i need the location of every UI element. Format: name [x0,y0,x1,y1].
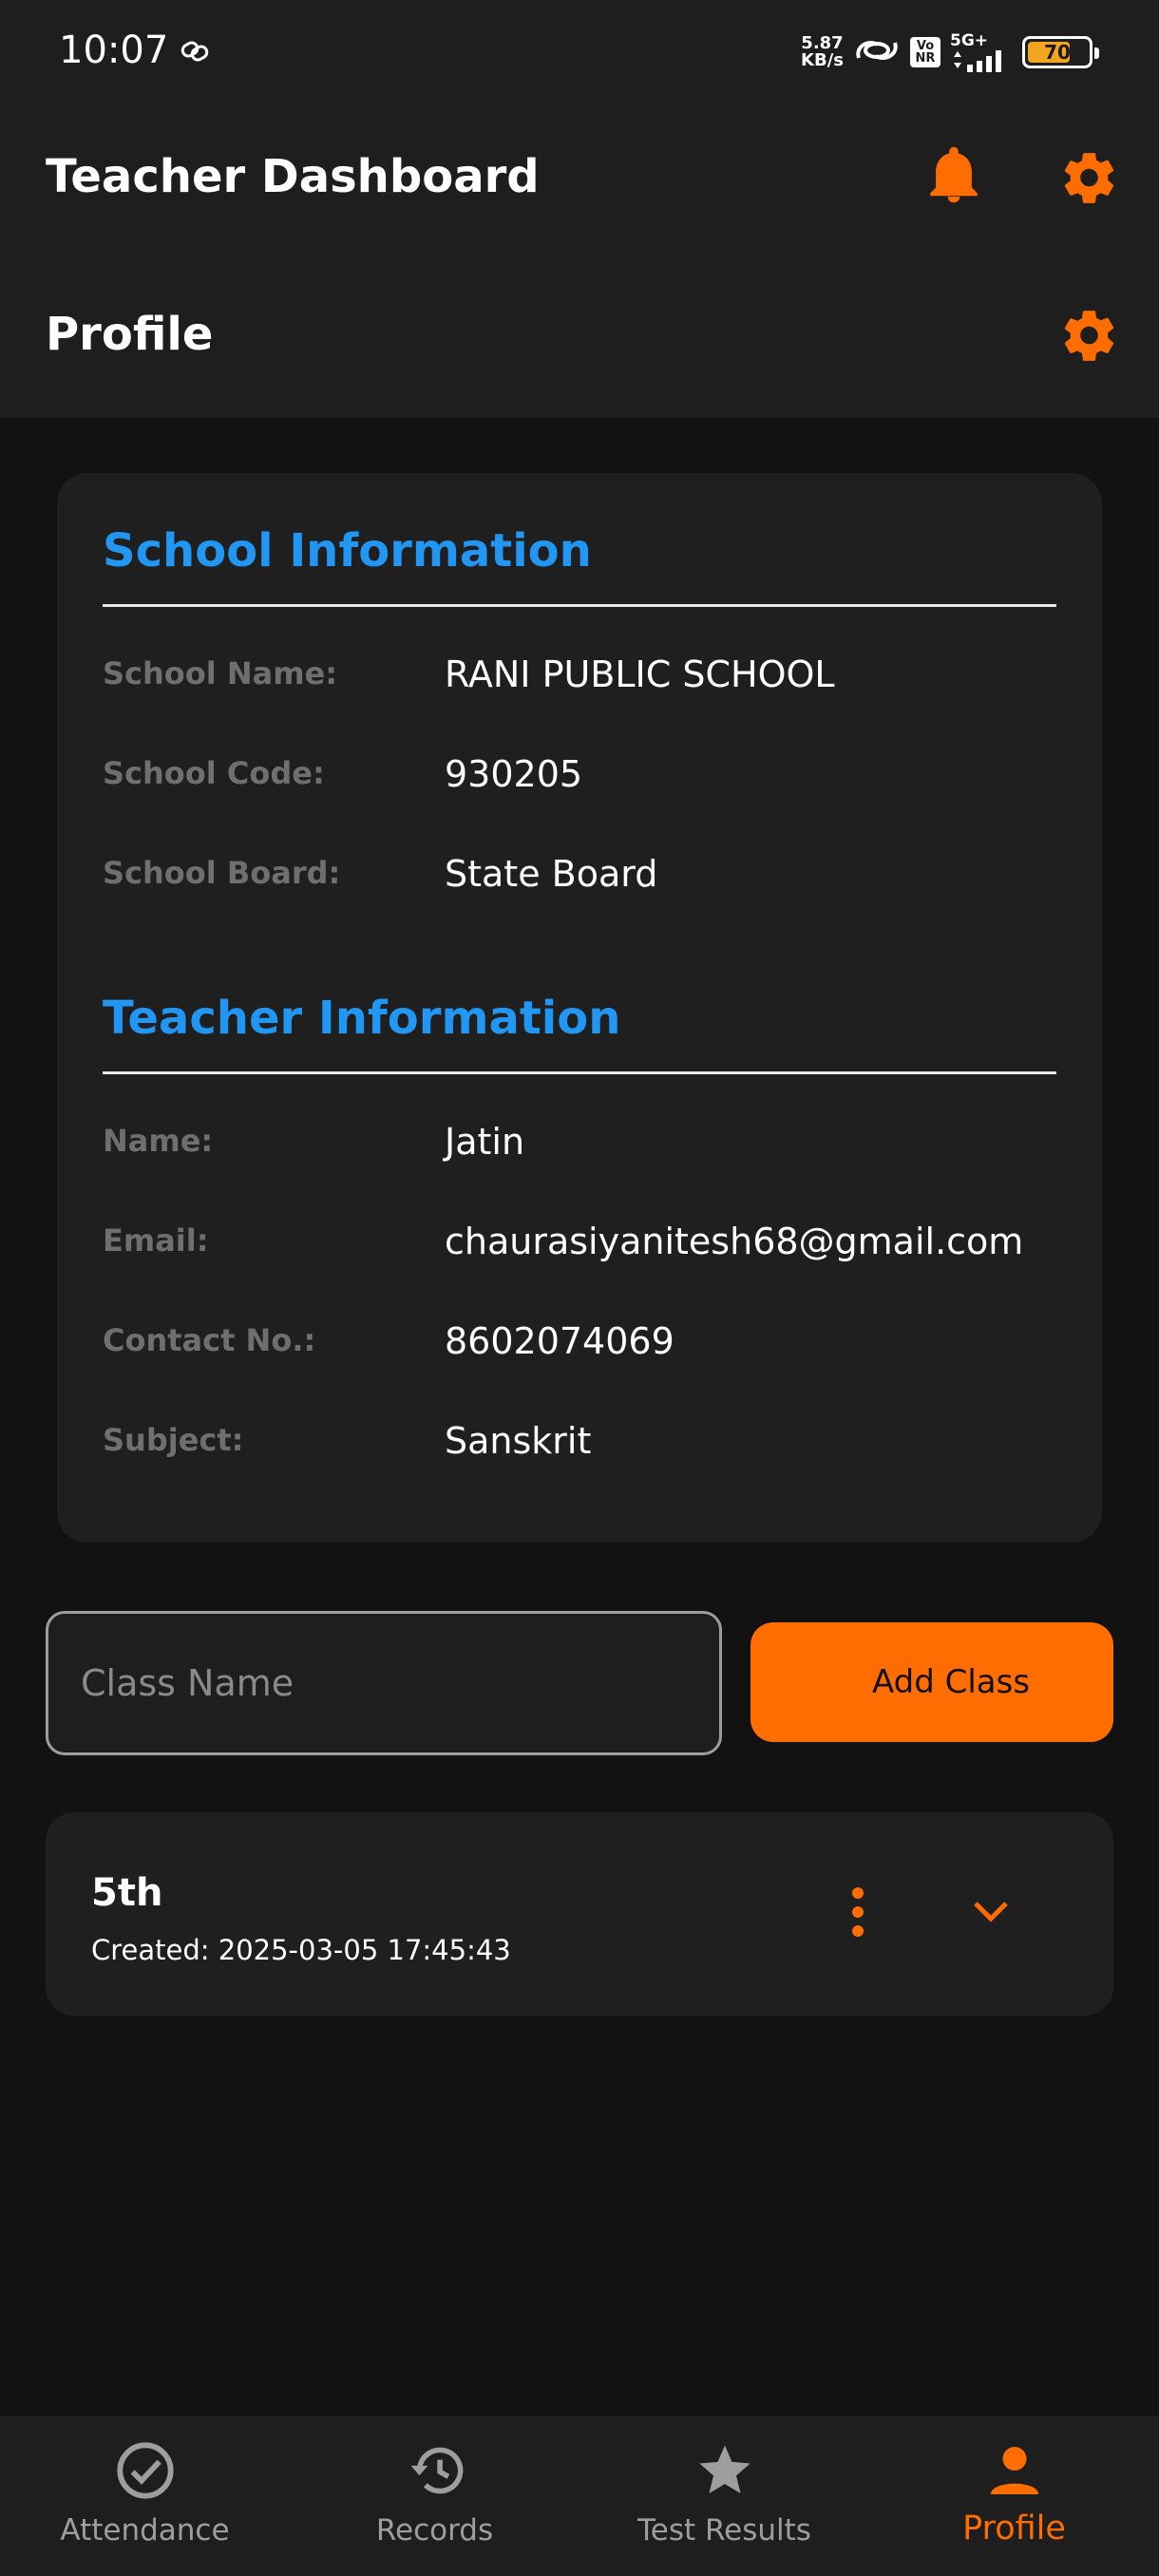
nav-item-test-results[interactable]: Test Results [580,2416,869,2576]
email-label: Email: [103,1222,209,1259]
add-class-button[interactable]: Add Class [750,1622,1113,1742]
notifications-button[interactable] [923,146,984,207]
school-name-value: RANI PUBLIC SCHOOL [445,653,835,695]
gear-icon [1060,148,1119,211]
nav-label: Profile [962,2510,1066,2548]
profile-settings-button[interactable] [1056,304,1123,370]
more-vertical-icon [850,1886,865,1941]
settings-button[interactable] [1056,146,1123,213]
status-icons: 5.87 KB/s Vo NR 5G+ 70 [801,28,1099,76]
school-info-title: School Information [103,524,592,578]
subject-label: Subject: [103,1422,244,1458]
nav-item-records[interactable]: Records [290,2416,580,2576]
app-bar: Teacher Dashboard Profile [0,104,1159,418]
class-list-item[interactable]: 5th Created: 2025-03-05 17:45:43 [46,1812,1113,2016]
school-board-label: School Board: [103,855,341,891]
class-created-date: Created: 2025-03-05 17:45:43 [91,1934,511,1966]
volte-icon: Vo NR [910,37,940,67]
signal-icon: 5G+ [950,32,1007,72]
status-time: 10:07 [59,28,169,72]
battery-icon: 70 [1022,36,1099,68]
email-value: chaurasiyanitesh68@gmail.com [445,1221,1024,1262]
gear-icon [1060,306,1119,369]
nav-label: Records [375,2513,494,2548]
chevron-down-icon [972,1900,1010,1928]
class-options-button[interactable] [825,1881,891,1947]
nav-item-attendance[interactable]: Attendance [0,2416,290,2576]
hotspot-icon [853,33,901,71]
nav-label: Attendance [60,2513,230,2548]
expand-class-button[interactable] [958,1881,1024,1947]
bottom-navigation: Attendance Records Test Results Profile [0,2416,1159,2576]
nav-item-profile[interactable]: Profile [869,2416,1159,2576]
history-icon [402,2437,468,2504]
contact-value: 8602074069 [445,1320,674,1362]
section-divider [103,1071,1056,1074]
link-icon [180,38,211,68]
contact-label: Contact No.: [103,1322,316,1358]
class-name: 5th [91,1871,163,1915]
person-icon [981,2437,1048,2504]
school-board-value: State Board [445,853,658,895]
nav-label: Test Results [637,2513,811,2548]
school-name-label: School Name: [103,655,338,691]
profile-info-card: School Information School Name: RANI PUB… [57,473,1102,1543]
teacher-name-label: Name: [103,1123,214,1159]
page-title: Profile [46,308,214,361]
check-circle-icon [112,2437,179,2504]
subject-value: Sanskrit [445,1420,592,1462]
bell-icon [928,146,979,207]
star-icon [692,2437,758,2504]
teacher-info-title: Teacher Information [103,992,621,1045]
teacher-name-value: Jatin [445,1121,525,1163]
app-title: Teacher Dashboard [46,150,540,203]
status-bar: 10:07 5.87 KB/s Vo NR 5G+ 70 [0,0,1159,104]
class-name-input[interactable] [46,1611,722,1755]
school-code-label: School Code: [103,755,325,791]
section-divider [103,604,1056,607]
school-code-value: 930205 [445,753,583,795]
net-speed: 5.87 KB/s [801,33,844,70]
